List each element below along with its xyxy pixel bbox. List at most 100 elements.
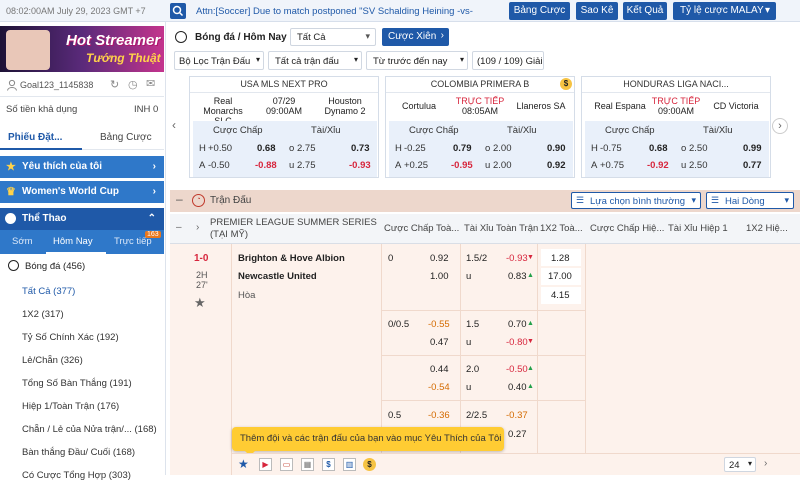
over-odd[interactable]: 0.70 [508, 319, 527, 330]
under-odd[interactable]: 0.40 [508, 382, 527, 393]
favorites-section[interactable]: ★ Yêu thích của tôi › [0, 156, 164, 178]
over-odd[interactable]: 0.90 [547, 143, 566, 154]
under-odd[interactable]: 0.83 [508, 271, 527, 282]
market-item[interactable]: Chẵn / Lẻ của Nửa trận/... (168) [22, 424, 157, 435]
sport-filter-value: Tất Cả [297, 32, 326, 43]
away-odd[interactable]: -0.95 [451, 160, 473, 171]
carousel-next-icon[interactable]: › [772, 118, 788, 134]
league-filter-select[interactable]: Bộ Lọc Trận Đấu ▾ [174, 51, 264, 70]
market-item[interactable]: Hiệp 1/Toàn Trận (176) [22, 401, 119, 412]
tab-today[interactable]: Hôm Nay [46, 230, 106, 254]
market-item[interactable]: Tất Cả (377) [22, 286, 75, 297]
favorite-star-icon[interactable]: ★ [194, 295, 206, 311]
under-odd[interactable]: -0.93 [349, 160, 371, 171]
away-marker: A [199, 160, 206, 171]
away-team: Newcastle United [238, 271, 317, 282]
over-odd[interactable]: -0.37 [506, 410, 528, 421]
home-hcp: -0.25 [404, 143, 426, 154]
tab-my-bets[interactable]: Bảng Cược [82, 126, 164, 150]
live-stream-icon[interactable]: ▶ [259, 458, 272, 471]
parlay-button[interactable]: Cược Xiên › [382, 28, 449, 46]
sports-section[interactable]: Thể Thao ⌃ [0, 208, 164, 230]
collapse-icon[interactable]: – [176, 222, 182, 233]
featured-match-card[interactable]: USA MLS NEXT PRO Real Monarchs SLC 07/29… [189, 76, 379, 178]
ou-line: 1.5 [466, 319, 480, 330]
market-item[interactable]: Có Cược Tổng Hợp (303) [22, 470, 131, 481]
lines-select[interactable]: ☰ Hai Dòng ▾ [706, 192, 794, 209]
under-marker: u [681, 160, 687, 171]
results-button[interactable]: Kết Quả [623, 2, 667, 20]
hcp-home-odd[interactable]: 0.92 [430, 253, 449, 264]
chevron-right-icon: › [152, 161, 156, 172]
1x2-home-odd[interactable]: 1.28 [551, 253, 570, 264]
bet-list-button[interactable]: Bảng Cược [509, 2, 570, 20]
trophy-icon: ♛ [6, 186, 16, 198]
coin-icon[interactable]: $ [363, 458, 376, 471]
over-odd[interactable]: 0.73 [351, 143, 370, 154]
collapse-icon[interactable]: – [176, 192, 183, 206]
league-name[interactable]: PREMIER LEAGUE SUMMER SERIES (TẠI MỸ) [210, 217, 380, 241]
chevron-down-icon: ▾ [764, 5, 770, 16]
home-odd[interactable]: 0.79 [453, 143, 472, 154]
statement-button[interactable]: Sao Kê [576, 2, 618, 20]
hcp-away-odd[interactable]: 0.47 [430, 337, 449, 348]
scoreboard-icon[interactable]: ▦ [301, 458, 314, 471]
sport-filter-select[interactable]: Tất Cả ▾ [290, 28, 376, 46]
tab-early[interactable]: Sớm [12, 236, 32, 247]
market-item[interactable]: 1X2 (317) [22, 309, 64, 320]
ou-line: 2/2.5 [466, 410, 488, 421]
mail-icon[interactable]: ✉ [146, 77, 155, 90]
divider [382, 310, 585, 311]
hcp-home-odd[interactable]: -0.36 [428, 410, 450, 421]
next-page-icon[interactable]: › [764, 458, 767, 469]
market-item[interactable]: Bàn thắng Đầu/ Cuối (168) [22, 447, 135, 458]
match-score: 1-0 [194, 253, 209, 264]
1x2-away-odd[interactable]: 17.00 [548, 271, 572, 282]
odds-up-icon: ▲ [527, 365, 534, 372]
view-mode-select[interactable]: ☰ Lựa chọn bình thường ▾ [571, 192, 701, 209]
world-cup-section[interactable]: ♛ Women's World Cup › [0, 181, 164, 203]
announcement-ticker[interactable]: Attn:[Soccer] Due to match postponed "SV… [196, 6, 501, 17]
favorite-star-icon[interactable]: ★ [238, 457, 249, 471]
search-button[interactable] [170, 3, 186, 19]
featured-match-card[interactable]: COLOMBIA PRIMERA B $ Cortulua TRỰC TIẾP … [385, 76, 575, 178]
over-odd[interactable]: -0.50 [506, 364, 528, 375]
over-odd[interactable]: 0.99 [743, 143, 762, 154]
refresh-icon[interactable]: ↻ [110, 78, 119, 91]
market-item[interactable]: Lẻ/Chẵn (326) [22, 355, 83, 366]
stats-icon[interactable]: ▥ [343, 458, 356, 471]
under-odd[interactable]: 0.27 [508, 429, 527, 440]
under-odd[interactable]: -0.80 [506, 337, 528, 348]
away-odd[interactable]: -0.92 [647, 160, 669, 171]
hcp-away-odd[interactable]: 1.00 [430, 271, 449, 282]
featured-match-card[interactable]: HONDURAS LIGA NACI... Real Espana TRỰC T… [581, 76, 771, 178]
over-odd[interactable]: -0.93 [506, 253, 528, 264]
hcp-home-odd[interactable]: 0.44 [430, 364, 449, 375]
market-item[interactable]: Tỷ Số Chính Xác (192) [22, 332, 119, 343]
match-filter-select[interactable]: Tất cả trận đấu ▾ [268, 51, 362, 70]
carousel-prev-icon[interactable]: ‹ [172, 118, 176, 132]
home-odd[interactable]: 0.68 [257, 143, 276, 154]
away-odd[interactable]: -0.88 [255, 160, 277, 171]
history-icon[interactable]: ◷ [128, 78, 138, 91]
market-count: (317) [41, 309, 64, 320]
sport-item-soccer[interactable]: Bóng đá (456) [25, 261, 85, 272]
sort-select[interactable]: Từ trước đến nay ▾ [366, 51, 468, 70]
cash-out-icon[interactable]: $ [322, 458, 335, 471]
page-size-select[interactable]: 24 ▾ [724, 457, 756, 472]
under-odd[interactable]: 0.92 [547, 160, 566, 171]
odds-up-icon: ▲ [527, 383, 534, 390]
hcp-away-odd[interactable]: -0.54 [428, 382, 450, 393]
1x2-draw-odd[interactable]: 4.15 [551, 290, 570, 301]
tab-bet-slip[interactable]: Phiếu Đặt... [0, 126, 82, 150]
hcp-home-odd[interactable]: -0.55 [428, 319, 450, 330]
tv-icon[interactable]: ▭ [280, 458, 293, 471]
under-odd[interactable]: 0.77 [743, 160, 762, 171]
home-odd[interactable]: 0.68 [649, 143, 668, 154]
market-item[interactable]: Tổng Số Bàn Thắng (191) [22, 378, 132, 389]
odds-up-icon: ▲ [527, 272, 534, 279]
away-marker: A [591, 160, 598, 171]
odds-type-select[interactable]: Tỷ lệ cược MALAY ▾ [673, 2, 776, 20]
league-count[interactable]: (109 / 109) Giải [472, 51, 544, 70]
promo-banner[interactable]: Hot Streamer Tướng Thuật [0, 26, 164, 72]
